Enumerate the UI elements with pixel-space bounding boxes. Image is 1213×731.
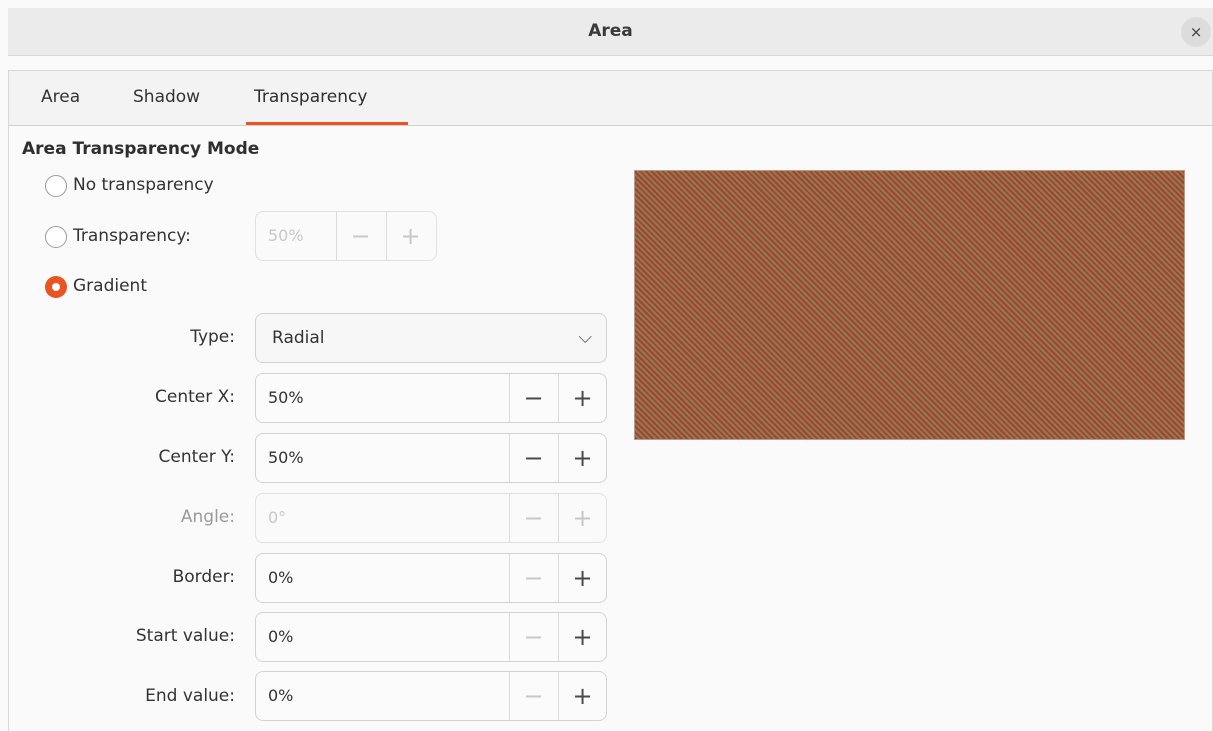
border-spinbox[interactable]: 0% − +: [255, 553, 607, 603]
center-y-spinbox[interactable]: 50% − +: [255, 433, 607, 483]
radio-indicator[interactable]: [45, 175, 67, 197]
dialog-title: Area: [588, 21, 633, 41]
tab-shadow[interactable]: Shadow: [133, 87, 200, 107]
angle-spinbox[interactable]: 0° − +: [255, 493, 607, 543]
decrement-button[interactable]: −: [509, 672, 557, 720]
radio-indicator[interactable]: [45, 276, 67, 298]
center-y-label: Center Y:: [158, 447, 235, 467]
center-x-label: Center X:: [155, 387, 235, 407]
radio-label: Gradient: [73, 276, 147, 296]
active-tab-indicator: [246, 122, 408, 125]
border-label: Border:: [172, 567, 235, 587]
increment-button[interactable]: +: [386, 212, 434, 260]
decrement-button[interactable]: −: [509, 374, 557, 422]
increment-button[interactable]: +: [558, 434, 606, 482]
chevron-down-icon: ⌵: [578, 327, 592, 348]
tab-bar: Area Shadow Transparency: [8, 70, 1213, 126]
decrement-button[interactable]: −: [336, 212, 384, 260]
angle-value[interactable]: 0°: [268, 508, 286, 527]
dialog-titlebar: Area ×: [8, 8, 1213, 56]
start-value-label: Start value:: [135, 626, 235, 646]
transparency-value[interactable]: 50%: [268, 226, 304, 245]
radio-indicator[interactable]: [45, 226, 67, 248]
start-value-value[interactable]: 0%: [268, 627, 293, 646]
increment-button[interactable]: +: [558, 672, 606, 720]
tab-area[interactable]: Area: [41, 87, 80, 107]
increment-button[interactable]: +: [558, 613, 606, 661]
increment-button[interactable]: +: [558, 374, 606, 422]
decrement-button[interactable]: −: [509, 494, 557, 542]
end-value-label: End value:: [145, 686, 235, 706]
center-x-spinbox[interactable]: 50% − +: [255, 373, 607, 423]
radio-label: No transparency: [73, 175, 214, 195]
close-button[interactable]: ×: [1181, 17, 1211, 47]
border-value[interactable]: 0%: [268, 568, 293, 587]
radio-label: Transparency:: [73, 226, 191, 246]
increment-button[interactable]: +: [558, 494, 606, 542]
type-dropdown[interactable]: Radial ⌵: [255, 313, 607, 363]
angle-label: Angle:: [180, 507, 235, 527]
center-y-value[interactable]: 50%: [268, 448, 304, 467]
decrement-button[interactable]: −: [509, 554, 557, 602]
end-value-spinbox[interactable]: 0% − +: [255, 671, 607, 721]
center-x-value[interactable]: 50%: [268, 388, 304, 407]
end-value-value[interactable]: 0%: [268, 686, 293, 705]
close-icon: ×: [1189, 23, 1203, 41]
decrement-button[interactable]: −: [509, 434, 557, 482]
type-label: Type:: [190, 327, 235, 347]
increment-button[interactable]: +: [558, 554, 606, 602]
start-value-spinbox[interactable]: 0% − +: [255, 612, 607, 662]
decrement-button[interactable]: −: [509, 613, 557, 661]
tab-transparency[interactable]: Transparency: [254, 87, 367, 107]
transparency-preview: [634, 170, 1185, 440]
type-value: Radial: [272, 328, 325, 348]
transparency-spinbox[interactable]: 50% − +: [255, 211, 437, 261]
section-title: Area Transparency Mode: [22, 139, 260, 159]
